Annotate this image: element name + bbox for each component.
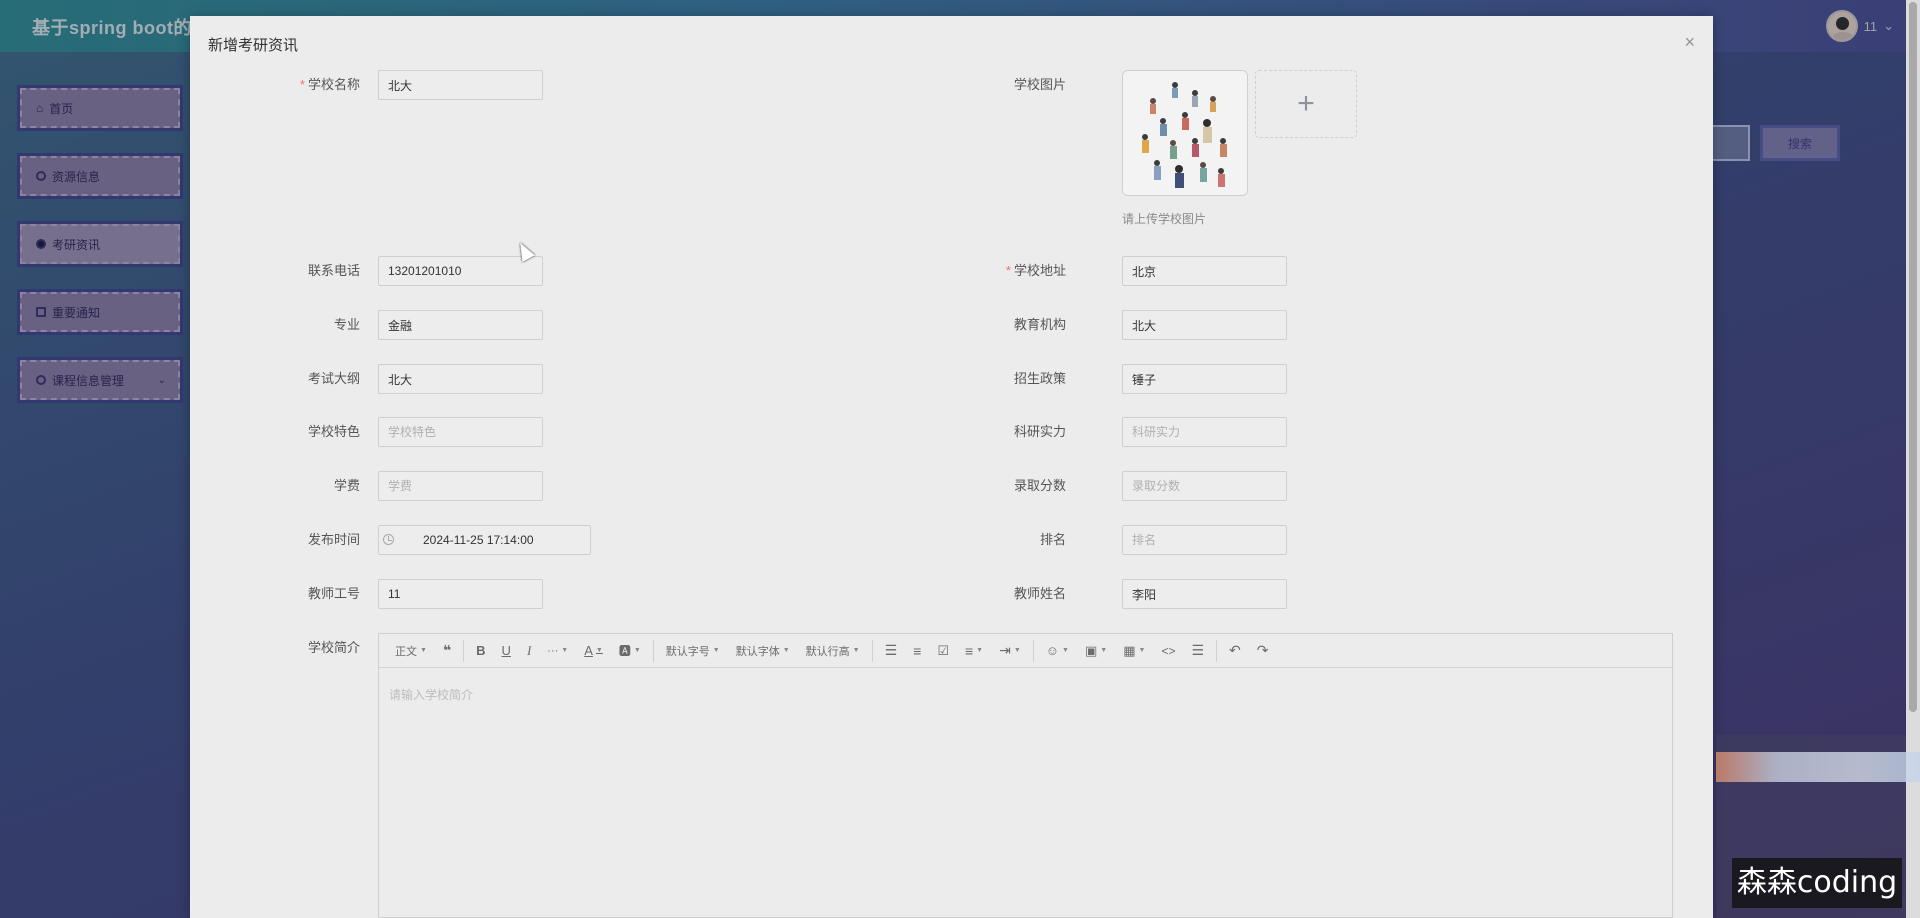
intro-rich-text-editor: 正文 ▼ ❝ B U I ··· ▼ A ▼ 🅰 ▼ 默认字号 ▼ 默认字体 ▼ 默认行高 ▼… xyxy=(378,633,1673,918)
policy-input[interactable] xyxy=(1122,364,1287,394)
line-height-dropdown[interactable]: 默认行高 ▼ xyxy=(798,639,868,663)
institution-input[interactable] xyxy=(1122,310,1287,340)
field-address: * 学校地址 xyxy=(936,256,1536,286)
school-image-label: 学校图片 xyxy=(1013,77,1066,92)
teacher-id-label: 教师工号 xyxy=(307,586,360,601)
field-school-name: * 学校名称 xyxy=(190,70,790,100)
emoji-icon[interactable]: ☺ ▼ xyxy=(1038,639,1077,663)
numbered-list-icon[interactable]: ≡ xyxy=(905,639,929,663)
font-size-dropdown[interactable]: 默认字号 ▼ xyxy=(658,639,728,663)
align-icon[interactable]: ≡ ▼ xyxy=(957,639,991,663)
phone-label: 联系电话 xyxy=(307,263,360,278)
toolbar-divider xyxy=(463,639,465,662)
italic-icon[interactable]: I xyxy=(519,639,539,663)
address-input[interactable] xyxy=(1122,256,1287,286)
crowd-illustration xyxy=(1123,71,1247,195)
screen-overlay-bar xyxy=(1716,752,1920,782)
policy-label: 招生政策 xyxy=(1013,371,1066,386)
field-publish-time: 发布时间 xyxy=(190,525,790,555)
major-label: 专业 xyxy=(333,317,360,332)
background-color-icon[interactable]: 🅰 ▼ xyxy=(611,639,649,663)
todo-list-icon[interactable]: ☑ xyxy=(929,639,957,663)
field-research: 科研实力 xyxy=(936,417,1536,447)
upload-add-button[interactable]: + xyxy=(1255,70,1357,138)
school-name-input[interactable] xyxy=(378,70,543,100)
field-teacher-name: 教师姓名 xyxy=(936,579,1536,609)
divider-line-icon[interactable]: ☰ xyxy=(1183,639,1212,663)
bold-icon[interactable]: B xyxy=(468,639,493,663)
syllabus-label: 考试大纲 xyxy=(307,371,360,386)
field-school-image: 学校图片 xyxy=(936,70,1116,100)
tuition-label: 学费 xyxy=(333,478,360,493)
underline-icon[interactable]: U xyxy=(494,639,519,663)
toolbar-divider xyxy=(1216,639,1218,662)
features-input[interactable] xyxy=(378,417,543,447)
field-major: 专业 xyxy=(190,310,790,340)
field-syllabus: 考试大纲 xyxy=(190,364,790,394)
editor-toolbar: 正文 ▼ ❝ B U I ··· ▼ A ▼ 🅰 ▼ 默认字号 ▼ 默认字体 ▼ 默认行高 ▼… xyxy=(379,634,1672,668)
toolbar-divider xyxy=(652,639,654,662)
image-icon[interactable]: ▣ ▼ xyxy=(1077,639,1115,663)
paragraph-format-dropdown[interactable]: 正文 ▼ xyxy=(387,639,435,663)
publish-time-label: 发布时间 xyxy=(307,532,360,547)
code-icon[interactable]: <> xyxy=(1153,639,1183,663)
dialog-title: 新增考研资讯 xyxy=(208,37,299,54)
scrollbar-thumb[interactable] xyxy=(1909,2,1917,712)
bulleted-list-icon[interactable]: ☰ xyxy=(877,639,906,663)
research-label: 科研实力 xyxy=(1013,424,1066,439)
intro-editor-area[interactable]: 请输入学校简介 xyxy=(379,668,1672,721)
upload-tip: 请上传学校图片 xyxy=(1122,212,1207,226)
undo-icon[interactable]: ↶ xyxy=(1221,639,1249,663)
field-score: 录取分数 xyxy=(936,471,1536,501)
publish-time-input[interactable] xyxy=(378,525,591,555)
teacher-name-label: 教师姓名 xyxy=(1013,586,1066,601)
clock-icon xyxy=(383,534,394,545)
tuition-input[interactable] xyxy=(378,471,543,501)
major-input[interactable] xyxy=(378,310,543,340)
school-name-label: * 学校名称 xyxy=(299,77,360,92)
font-family-dropdown[interactable]: 默认字体 ▼ xyxy=(728,639,798,663)
field-features: 学校特色 xyxy=(190,417,790,447)
phone-input[interactable] xyxy=(378,256,543,286)
field-institution: 教育机构 xyxy=(936,310,1536,340)
field-intro: 学校简介 xyxy=(190,633,390,663)
font-color-icon[interactable]: A ▼ xyxy=(576,639,611,663)
close-icon[interactable]: × xyxy=(1684,32,1695,53)
watermark: 森森coding xyxy=(1732,858,1902,908)
field-tuition: 学费 xyxy=(190,471,790,501)
address-label: * 学校地址 xyxy=(1005,263,1066,278)
more-format-icon[interactable]: ··· ▼ xyxy=(539,639,576,663)
redo-icon[interactable]: ↷ xyxy=(1249,639,1277,663)
field-phone: 联系电话 xyxy=(190,256,790,286)
publish-time-picker[interactable] xyxy=(378,525,591,555)
intro-label: 学校简介 xyxy=(307,640,360,655)
indent-icon[interactable]: ⇥ ▼ xyxy=(991,639,1029,663)
teacher-id-input[interactable] xyxy=(378,579,543,609)
field-policy: 招生政策 xyxy=(936,364,1536,394)
toolbar-divider xyxy=(871,639,873,662)
blockquote-icon[interactable]: ❝ xyxy=(435,639,459,663)
table-icon[interactable]: ▦ ▼ xyxy=(1115,639,1153,663)
toolbar-divider xyxy=(1032,639,1034,662)
score-input[interactable] xyxy=(1122,471,1287,501)
syllabus-input[interactable] xyxy=(378,364,543,394)
add-news-dialog: 新增考研资讯 × *学校名称 学校图片 xyxy=(190,16,1713,918)
field-rank: 排名 xyxy=(936,525,1536,555)
rank-label: 排名 xyxy=(1039,532,1066,547)
rank-input[interactable] xyxy=(1122,525,1287,555)
features-label: 学校特色 xyxy=(307,424,360,439)
field-teacher-id: 教师工号 xyxy=(190,579,790,609)
research-input[interactable] xyxy=(1122,417,1287,447)
teacher-name-input[interactable] xyxy=(1122,579,1287,609)
school-image-thumbnail[interactable] xyxy=(1122,70,1248,196)
institution-label: 教育机构 xyxy=(1013,317,1066,332)
score-label: 录取分数 xyxy=(1013,478,1066,493)
